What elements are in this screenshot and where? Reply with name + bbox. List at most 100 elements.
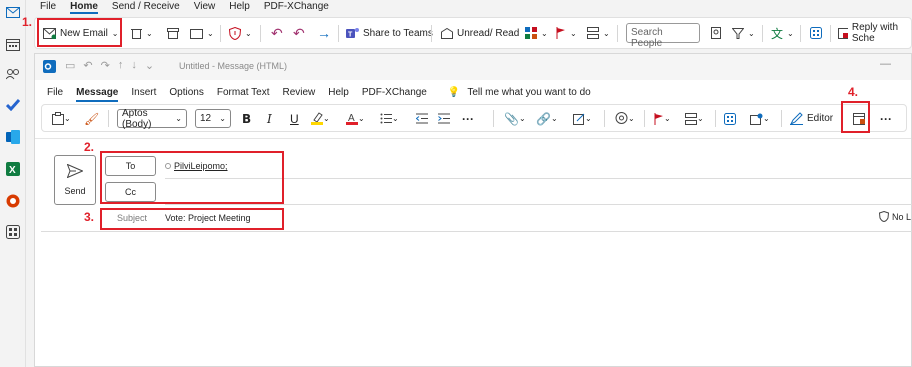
highlight-button[interactable]: ⌄ xyxy=(311,109,330,128)
font-color-button[interactable]: A ⌄ xyxy=(346,109,365,128)
address-book-icon xyxy=(711,27,721,39)
divider xyxy=(604,110,605,127)
divider xyxy=(762,25,763,42)
divider xyxy=(431,25,432,42)
decrease-indent-button[interactable] xyxy=(416,109,428,128)
increase-indent-button[interactable] xyxy=(438,109,450,128)
menu-send-receive[interactable]: Send / Receive xyxy=(112,0,180,14)
chevron-down-icon: ⌄ xyxy=(697,114,704,123)
divider xyxy=(781,110,782,127)
reply-all-button[interactable]: ↶ xyxy=(293,18,305,48)
chevron-down-icon[interactable]: ⌄ xyxy=(541,29,548,38)
menu-view[interactable]: View xyxy=(194,0,216,14)
tags-button[interactable]: ⌄ xyxy=(685,109,704,128)
follow-up-flag-button[interactable]: ⌄ xyxy=(654,109,671,128)
underline-button[interactable]: U xyxy=(290,109,299,128)
menu-help[interactable]: Help xyxy=(229,0,250,14)
categorize-button[interactable]: ⌄ xyxy=(525,18,548,48)
lightbulb-icon: 💡 xyxy=(447,87,461,98)
mail-icon[interactable] xyxy=(5,4,21,20)
more-chevron-icon[interactable]: ⌄ xyxy=(145,59,154,72)
compose-menu-help[interactable]: Help xyxy=(328,86,349,102)
format-painter-button[interactable]: 🖌 xyxy=(84,109,99,128)
address-book-button[interactable] xyxy=(711,18,721,48)
chevron-down-icon: ⌄ xyxy=(175,114,182,123)
sensitivity-icon xyxy=(750,113,763,125)
redo-icon[interactable]: ↷ xyxy=(101,59,110,72)
compose-menu-options[interactable]: Options xyxy=(169,86,203,102)
reply-with-scheduling-button[interactable]: Reply with Sche xyxy=(838,18,911,48)
up-arrow-icon[interactable]: ↑ xyxy=(118,59,124,72)
paste-button[interactable]: ⌄ xyxy=(52,109,71,128)
people-icon[interactable] xyxy=(5,66,21,82)
filter-button[interactable]: ⌄ xyxy=(732,18,755,48)
flag-icon xyxy=(654,112,663,125)
menu-pdf-xchange[interactable]: PDF-XChange xyxy=(264,0,329,14)
unread-read-button[interactable]: Unread/ Read xyxy=(441,18,519,48)
more-options-icon[interactable]: ··· xyxy=(880,109,892,128)
compose-menu-pdf-xchange[interactable]: PDF-XChange xyxy=(362,86,427,102)
compose-window-title: Untitled - Message (HTML) xyxy=(179,61,288,71)
font-size-select[interactable]: 12 ⌄ xyxy=(195,109,231,128)
chevron-down-icon[interactable]: ⌄ xyxy=(207,29,214,38)
chevron-down-icon[interactable]: ⌄ xyxy=(245,29,252,38)
menu-home[interactable]: Home xyxy=(70,0,98,14)
chevron-down-icon[interactable]: ⌄ xyxy=(570,29,577,38)
tell-me-search[interactable]: Tell me what you want to do xyxy=(467,86,590,102)
link-button[interactable]: 🔗 ⌄ xyxy=(536,109,558,128)
menu-file[interactable]: File xyxy=(40,0,56,14)
chevron-down-icon: ⌄ xyxy=(585,114,592,123)
compose-menu-file[interactable]: File xyxy=(47,86,63,102)
font-name-select[interactable]: Aptos (Body) ⌄ xyxy=(117,107,187,130)
onedrive-icon[interactable] xyxy=(5,129,21,145)
forward-icon: → xyxy=(317,25,331,41)
sensitivity-button[interactable]: ⌄ xyxy=(750,109,770,128)
font-color-icon: A xyxy=(346,113,358,125)
delete-button[interactable]: ⌄ xyxy=(131,18,153,48)
send-button[interactable]: Send xyxy=(54,155,96,205)
compose-menu-message[interactable]: Message xyxy=(76,86,119,102)
chevron-down-icon[interactable]: ⌄ xyxy=(146,29,153,38)
calendar-icon[interactable] xyxy=(5,36,21,52)
move-button[interactable]: ⌄ xyxy=(190,18,214,48)
translate-button[interactable]: 文 ⌄ xyxy=(771,18,794,48)
font-name-value: Aptos (Body) xyxy=(122,107,152,130)
attach-file-button[interactable]: 📎 ⌄ xyxy=(504,109,526,128)
editor-button[interactable]: Editor xyxy=(790,109,833,128)
forward-button[interactable]: → xyxy=(317,18,331,48)
office-icon[interactable] xyxy=(5,193,21,209)
apps-button[interactable] xyxy=(724,109,736,128)
share-to-teams-button[interactable]: T Share to Teams xyxy=(346,18,433,48)
undo-icon[interactable]: ↶ xyxy=(83,59,92,72)
chevron-down-icon[interactable]: ⌄ xyxy=(603,29,610,38)
rules-button[interactable]: ⌄ xyxy=(587,18,610,48)
bold-button[interactable]: B xyxy=(242,109,251,128)
apps-icon[interactable] xyxy=(5,224,21,240)
chevron-down-icon: ⌄ xyxy=(392,114,399,123)
reply-button[interactable]: ↶ xyxy=(271,18,283,48)
todo-icon[interactable] xyxy=(5,97,21,113)
message-body[interactable] xyxy=(41,234,907,364)
chevron-down-icon[interactable]: ⌄ xyxy=(787,29,794,38)
report-button[interactable]: ⌄ xyxy=(229,18,252,48)
compose-menu-insert[interactable]: Insert xyxy=(131,86,156,102)
editor-pen-icon xyxy=(790,112,803,125)
apps-button[interactable] xyxy=(810,18,822,48)
loop-button[interactable]: ⌄ xyxy=(615,109,635,128)
more-format-icon[interactable]: ··· xyxy=(462,109,474,128)
flag-button[interactable]: ⌄ xyxy=(556,18,577,48)
chevron-down-icon: ⌄ xyxy=(219,114,226,123)
italic-button[interactable]: I xyxy=(267,109,272,128)
minimize-icon[interactable]: — xyxy=(880,58,891,70)
archive-button[interactable] xyxy=(167,18,179,48)
bullets-button[interactable]: ⌄ xyxy=(380,109,399,128)
excel-icon[interactable]: X xyxy=(5,161,21,177)
compose-menu-format-text[interactable]: Format Text xyxy=(217,86,270,102)
sensitivity-label[interactable]: No L xyxy=(878,211,911,222)
search-people-input[interactable]: Search People xyxy=(626,23,700,49)
signature-button[interactable]: ⌄ xyxy=(573,109,592,128)
save-icon[interactable]: ▭ xyxy=(65,59,75,72)
down-arrow-icon[interactable]: ↓ xyxy=(131,59,137,72)
compose-menu-review[interactable]: Review xyxy=(282,86,315,102)
chevron-down-icon[interactable]: ⌄ xyxy=(748,29,755,38)
